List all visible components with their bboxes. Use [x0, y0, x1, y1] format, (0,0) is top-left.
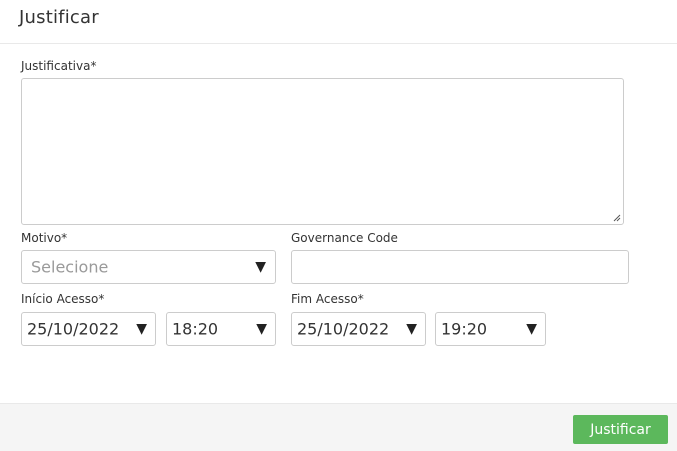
inicio-acesso-time-value: 18:20 [172, 319, 219, 339]
governance-code-input[interactable] [291, 250, 629, 284]
justify-modal: Justificar Justificativa* Motivo* Seleci… [0, 0, 677, 451]
inicio-acesso-date-select[interactable]: 25/10/2022 ▼ [21, 312, 156, 346]
motivo-select[interactable]: Selecione ▼ [21, 250, 276, 284]
inicio-acesso-time-select[interactable]: 18:20 ▼ [166, 312, 276, 346]
justificativa-label: Justificativa* [21, 59, 97, 73]
chevron-down-icon: ▼ [256, 321, 267, 337]
fim-acesso-date-value: 25/10/2022 [297, 319, 390, 339]
chevron-down-icon: ▼ [406, 321, 417, 337]
chevron-down-icon: ▼ [136, 321, 147, 337]
modal-footer: Justificar [0, 403, 677, 451]
justificar-button[interactable]: Justificar [573, 415, 668, 444]
justificativa-textarea[interactable] [21, 78, 624, 225]
modal-title: Justificar [19, 7, 99, 28]
governance-code-label: Governance Code [291, 231, 398, 245]
resize-grip-icon[interactable] [611, 212, 621, 222]
fim-acesso-label: Fim Acesso* [291, 292, 364, 306]
inicio-acesso-label: Início Acesso* [21, 292, 105, 306]
fim-acesso-time-select[interactable]: 19:20 ▼ [435, 312, 546, 346]
fim-acesso-date-select[interactable]: 25/10/2022 ▼ [291, 312, 426, 346]
inicio-acesso-date-value: 25/10/2022 [27, 319, 120, 339]
motivo-label: Motivo* [21, 231, 68, 245]
modal-header: Justificar [0, 0, 677, 44]
chevron-down-icon: ▼ [526, 321, 537, 337]
chevron-down-icon: ▼ [255, 259, 266, 275]
motivo-select-placeholder: Selecione [31, 257, 109, 277]
fim-acesso-time-value: 19:20 [441, 319, 488, 339]
